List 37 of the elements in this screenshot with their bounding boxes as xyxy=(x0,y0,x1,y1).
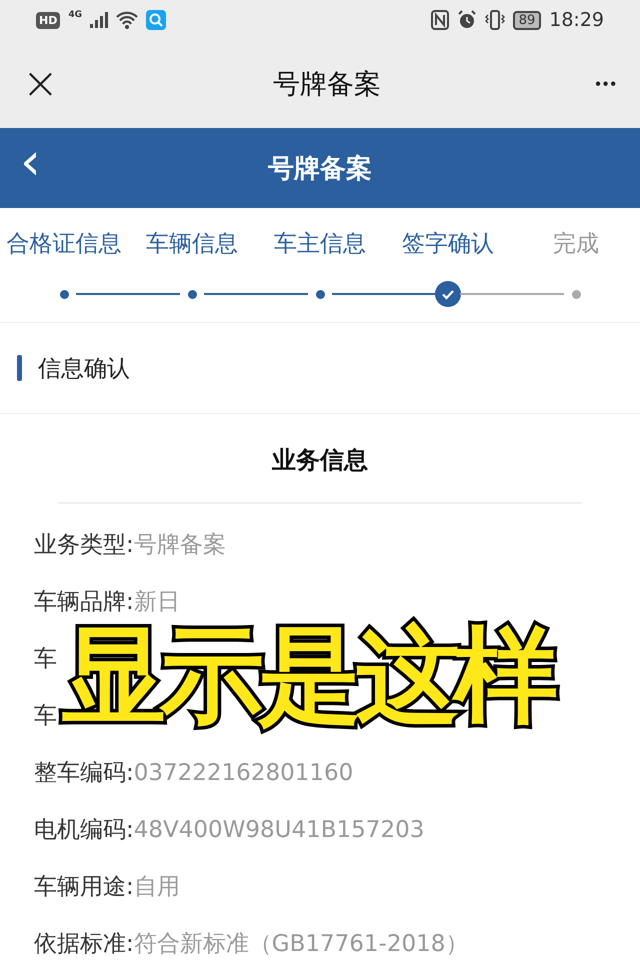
back-button[interactable]: ‹ xyxy=(20,136,41,188)
network-type: 4G xyxy=(68,10,82,20)
field-label: 依据标准: xyxy=(34,930,134,959)
step-label: 合格证信息 xyxy=(6,230,122,259)
vibrate-icon xyxy=(484,10,505,30)
field-label: 车辆用途: xyxy=(34,873,134,902)
close-button[interactable]: × xyxy=(22,62,59,106)
field-label: 业务类型: xyxy=(34,531,134,560)
field-value: 符合新标准（GB17761-2018） xyxy=(134,930,468,959)
field-value: 新日 xyxy=(134,588,180,617)
field-label: 车辆品牌: xyxy=(34,588,134,617)
section-marker xyxy=(17,355,22,381)
field-label: 整车编码: xyxy=(34,759,134,788)
step-label: 车辆信息 xyxy=(146,230,238,259)
nfc-icon xyxy=(430,10,449,30)
signal-icon xyxy=(90,12,108,28)
field-value: 自用 xyxy=(134,873,180,902)
step-label: 车主信息 xyxy=(274,230,366,259)
page-title: 号牌备案 xyxy=(268,152,372,186)
hd-icon: HD xyxy=(36,12,60,28)
clock-time: 18:29 xyxy=(549,9,604,31)
card-title: 业务信息 xyxy=(58,444,582,504)
window-title: 号牌备案 xyxy=(273,68,382,102)
alarm-icon xyxy=(456,10,477,30)
search-icon xyxy=(146,10,166,30)
more-button[interactable]: ••• xyxy=(595,76,618,92)
step-label: 签字确认 xyxy=(402,230,494,259)
section-title: 信息确认 xyxy=(38,354,130,384)
field-label: 车 xyxy=(34,702,57,731)
field-value: 48V400W98U41B157203 xyxy=(134,816,424,842)
step-label: 完成 xyxy=(553,230,599,259)
field-value: 037222162801160 xyxy=(134,760,354,786)
field-label: 电机编码: xyxy=(34,816,134,845)
field-label: 车 xyxy=(34,645,57,674)
field-value: 号牌备案 xyxy=(134,531,226,560)
wifi-icon xyxy=(116,11,138,29)
battery-level: 89 xyxy=(512,10,542,30)
